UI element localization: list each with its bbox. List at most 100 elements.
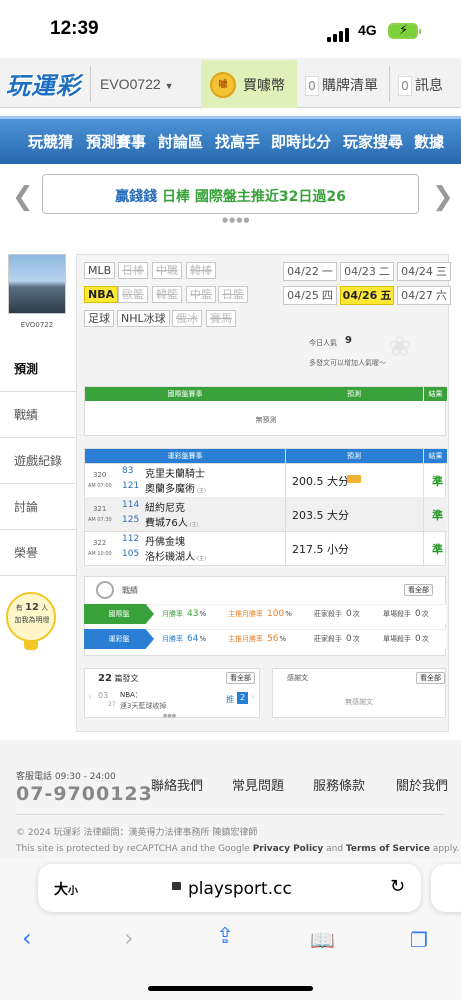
date-tab[interactable]: 04/22 一 — [283, 262, 337, 281]
away-team: 紐約尼克 — [145, 503, 185, 514]
post-month: 03 — [98, 691, 109, 700]
chevron-left-icon[interactable]: ‹ — [88, 692, 92, 702]
home-number: 125 — [122, 515, 140, 525]
carousel-dots: ●●●● — [222, 216, 251, 224]
message-count: 0 — [398, 76, 412, 96]
stat-label: 主推月勝率 — [228, 610, 263, 618]
network-label: 4G — [358, 22, 377, 38]
chevron-right-icon[interactable]: ❯ — [432, 182, 454, 212]
footer-link[interactable]: 服務條款 — [313, 775, 365, 794]
sidebar-item[interactable]: 遊戲紀錄 — [0, 438, 76, 484]
posts-view-all-button[interactable]: 看全部 — [226, 672, 255, 684]
stat-value: 43 — [187, 609, 199, 619]
menu-item[interactable]: 討論區 — [158, 131, 203, 152]
menu-item[interactable]: 找高手 — [215, 131, 260, 152]
league-button[interactable]: MLB — [84, 262, 116, 279]
date-tab[interactable]: 04/26 五 — [340, 286, 394, 305]
record-tag: 運彩盤 — [84, 629, 154, 649]
posts-header: 22 篇發文 — [98, 673, 139, 684]
service-phone[interactable]: 07-9700123 — [16, 783, 153, 805]
back-icon[interactable]: ‹ — [22, 924, 32, 952]
forward-icon[interactable]: › — [124, 924, 134, 952]
menu-item[interactable]: 即時比分 — [271, 131, 331, 152]
user-menu[interactable]: EVO0722 ▼ — [100, 76, 174, 92]
league-button: 日籃 — [218, 286, 248, 303]
sport-header-game: 運彩盤賽事 — [85, 449, 285, 463]
weekday-label: 六 — [435, 289, 447, 302]
footer-link[interactable]: 關於我們 — [396, 775, 448, 794]
record-stat: 單場殺手 0次 — [383, 629, 429, 649]
tabs-icon[interactable]: ❐ — [410, 928, 428, 952]
menu-item[interactable]: 數據 — [414, 131, 444, 152]
buy-coin-label: 買噱幣 — [243, 78, 285, 94]
record-title: 戰績 — [122, 586, 138, 595]
footer-link[interactable]: 常見問題 — [232, 775, 284, 794]
site-logo[interactable]: 玩運彩 — [6, 66, 81, 101]
nav-divider — [90, 66, 91, 102]
footer-link[interactable]: 聯絡我們 — [151, 775, 203, 794]
date-tab[interactable]: 04/27 六 — [397, 286, 451, 305]
coin-icon: 噱 — [210, 72, 236, 98]
banner-text: 贏錢錢 日棒 國際盤主推近32日過26 — [42, 186, 419, 206]
share-icon[interactable]: ⇪ — [216, 924, 234, 949]
league-button: 賽馬 — [206, 310, 236, 327]
reload-icon[interactable]: ↻ — [390, 876, 405, 897]
flower-decoration-icon: ❀ — [388, 330, 412, 363]
league-button: 歐籃 — [118, 286, 148, 303]
privacy-link[interactable]: Privacy Policy — [253, 844, 324, 854]
message-link[interactable]: 訊息 — [415, 75, 443, 95]
service-label: 客服電話 09:30 - 24:00 — [16, 772, 116, 782]
text-size-button[interactable]: 大小 — [54, 879, 78, 899]
league-button[interactable]: 足球 — [84, 310, 114, 327]
date-tab[interactable]: 04/24 三 — [397, 262, 451, 281]
record-view-all-button[interactable]: 看全部 — [404, 584, 433, 596]
weekday-label: 一 — [321, 265, 333, 278]
prediction-pick: 217.5 小分 — [292, 543, 349, 556]
record-stat: 單場殺手 0次 — [383, 604, 429, 624]
menu-item[interactable]: 預測賽事 — [86, 131, 146, 152]
stat-label: 月勝率 — [162, 635, 183, 643]
home-number: 105 — [122, 549, 140, 559]
cart-link[interactable]: 購牌清單 — [322, 75, 378, 95]
sport-header-result: 結果 — [423, 449, 447, 463]
away-number: 114 — [122, 500, 140, 510]
banner-part2: 日棒 國際盤主推近32日過26 — [162, 189, 346, 205]
chevron-left-icon[interactable]: ❮ — [12, 182, 34, 212]
post-day: 27 — [108, 701, 116, 708]
menu-item[interactable]: 玩競猜 — [28, 131, 73, 152]
home-team-name: 洛杉磯湖人 — [145, 552, 195, 563]
menu-item[interactable]: 玩家搜尋 — [343, 131, 403, 152]
avatar[interactable] — [8, 254, 66, 314]
record-stat: 莊家殺手 0次 — [314, 604, 360, 624]
date-tab[interactable]: 04/23 二 — [340, 262, 394, 281]
copyright: © 2024 玩運彩 法律顧問：漢英得力法律事務所 陳鎮宏律師 — [16, 828, 258, 838]
sidebar-item[interactable]: 戰績 — [0, 392, 76, 438]
post-title[interactable]: 連3天藍球收掉 — [120, 701, 166, 711]
league-button: 日棒 — [118, 262, 148, 279]
home-tag: (主) — [197, 556, 206, 562]
weekday-label: 五 — [380, 289, 392, 302]
bulb-count: 12 — [25, 602, 39, 613]
record-stat: 主推月勝率 100% — [228, 604, 292, 624]
date-label: 04/22 — [287, 265, 319, 278]
league-button[interactable]: NBA — [84, 286, 119, 303]
date-tab[interactable]: 04/25 四 — [283, 286, 337, 305]
thanks-view-all-button[interactable]: 看全部 — [416, 672, 445, 684]
sidebar-item[interactable]: 預測 — [0, 346, 76, 392]
league-button[interactable]: NHL冰球 — [117, 310, 170, 327]
table-row: 322 AM 10:00 112 丹佛金塊 105 洛杉磯湖人 (主) 217.5 小分 準 — [85, 531, 447, 565]
home-team: 洛杉磯湖人 (主) — [145, 548, 206, 563]
username: EVO0722 — [100, 76, 161, 92]
terms-link[interactable]: Terms of Service — [346, 844, 430, 854]
tab-preview[interactable] — [431, 864, 461, 912]
url-text[interactable]: playsport.cc — [188, 879, 292, 899]
home-team: 費城76人 (主) — [145, 514, 199, 529]
table-row: 320 AM 07:00 83 克里夫蘭騎士 121 奧蘭多魔術 (主) 200.5 大分 準 — [85, 463, 447, 497]
sport-header-pred: 預測 — [285, 449, 423, 463]
sidebar-item[interactable]: 討論 — [0, 484, 76, 530]
stat-value: 0 — [415, 609, 421, 619]
bookmarks-icon[interactable]: 📖 — [310, 928, 335, 952]
chevron-right-icon[interactable]: › — [251, 692, 255, 702]
sidebar-item[interactable]: 榮譽 — [0, 530, 76, 576]
stat-unit: 次 — [421, 610, 429, 618]
